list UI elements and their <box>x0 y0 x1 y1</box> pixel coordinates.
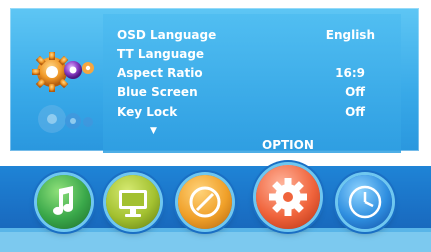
menu-item-label: Blue Screen <box>117 85 198 99</box>
dock-clock-button[interactable] <box>338 175 392 229</box>
gear-icon <box>32 52 94 92</box>
music-note-icon <box>53 186 73 215</box>
menu-item-key-lock[interactable]: Key Lock Off <box>117 103 397 121</box>
page-title: OPTION <box>262 138 314 152</box>
menu-item-value: Off <box>345 85 365 99</box>
scroll-down-icon[interactable]: ▼ <box>150 127 157 136</box>
gear-reflection-icon <box>38 105 93 133</box>
menu-item-value: English <box>325 28 375 42</box>
menu-item-label: TT Language <box>117 47 205 61</box>
menu-item-value: Off <box>345 105 365 119</box>
menu-item-aspect-ratio[interactable]: Aspect Ratio 16:9 <box>117 64 397 82</box>
menu-item-label: Aspect Ratio <box>117 66 203 80</box>
dial-icon <box>189 186 221 218</box>
menu-item-blue-screen[interactable]: Blue Screen Off <box>117 83 397 101</box>
menu-item-label: OSD Language <box>117 28 217 42</box>
dock-lip <box>0 232 431 252</box>
menu-item-value: 16:9 <box>335 66 365 80</box>
monitor-icon <box>119 190 147 217</box>
menu-item-tt-language[interactable]: TT Language <box>117 45 397 63</box>
dock-time-button[interactable] <box>178 175 232 229</box>
gear-icon <box>269 178 307 216</box>
dock-option-button[interactable] <box>256 165 320 229</box>
clock-icon <box>348 185 382 219</box>
dock-audio-button[interactable] <box>37 175 91 229</box>
menu-item-label: Key Lock <box>117 105 178 119</box>
menu-item-osd-language[interactable]: OSD Language English <box>117 26 397 44</box>
dock-picture-button[interactable] <box>106 175 160 229</box>
